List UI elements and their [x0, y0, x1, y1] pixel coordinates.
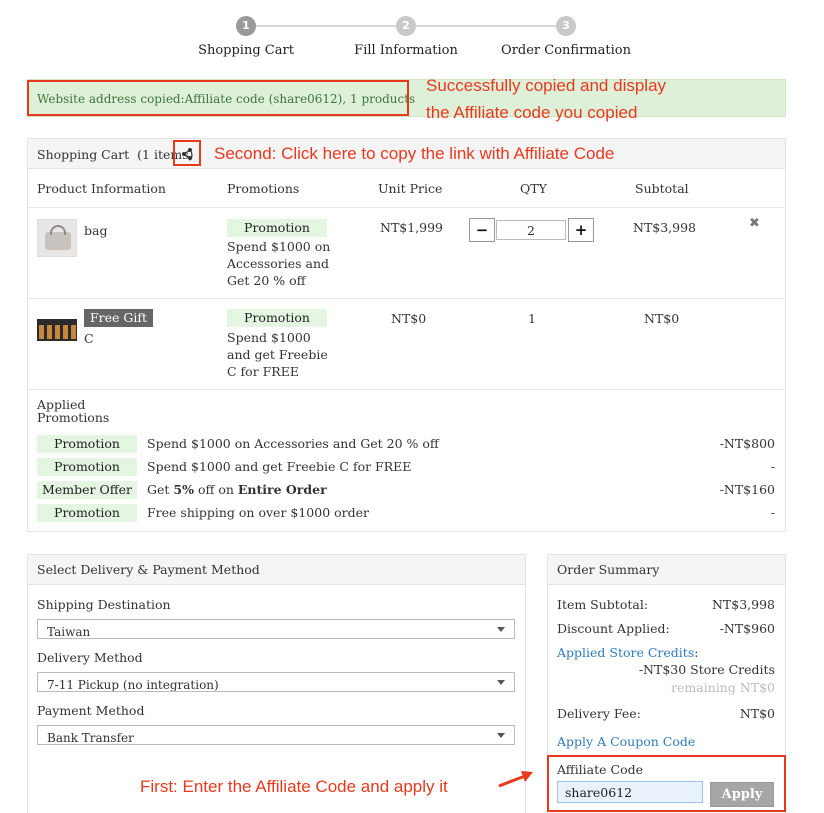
unit-price: NT$1,999 [380, 220, 444, 235]
promotion-description: Spend $1000 and get Freebie C for FREE [227, 330, 328, 379]
desc-part: Get [147, 482, 174, 497]
highlight-box-banner [27, 80, 409, 116]
payment-method-select[interactable]: Bank Transfer [37, 725, 515, 745]
applied-promotion-description: Get 5% off on Entire Order [147, 482, 327, 497]
shipping-destination-select[interactable]: Taiwan [37, 619, 515, 639]
step-1-label: Shopping Cart [198, 43, 294, 58]
discount-label: Discount Applied: [557, 621, 670, 636]
desc-part: off on [193, 482, 238, 497]
cart-title-text: Shopping Cart [37, 147, 130, 162]
shipping-destination-value: Taiwan [47, 625, 91, 639]
store-credits-remaining: remaining NT$0 [671, 680, 775, 695]
col-product-information: Product Information [37, 181, 166, 196]
delivery-panel-title: Select Delivery & Payment Method [37, 562, 260, 577]
cart-title: Shopping Cart (1 items) [37, 147, 194, 162]
product-thumbnail-bag[interactable] [37, 219, 77, 257]
annotation-success-line1: Successfully copied and display [426, 76, 667, 95]
col-unit-price: Unit Price [378, 181, 443, 196]
promotion-tag: Promotion [227, 309, 327, 327]
step-connector [256, 25, 396, 27]
chevron-down-icon [497, 733, 505, 738]
shipping-destination-label: Shipping Destination [37, 597, 171, 612]
col-promotions: Promotions [227, 181, 300, 196]
free-gift-badge: Free Gift [84, 309, 154, 327]
promotion-tag: Promotion [37, 458, 137, 476]
share-icon [182, 148, 192, 160]
step-2-indicator: 2 [396, 16, 416, 36]
qty-increase-button[interactable]: + [568, 218, 594, 242]
col-qty: QTY [520, 181, 547, 196]
item-subtotal-label: Item Subtotal: [557, 597, 649, 612]
step-2-label: Fill Information [354, 43, 458, 58]
applied-promotion-amount: -NT$160 [719, 482, 775, 497]
step-connector [416, 25, 556, 27]
applied-title-line2: Promotions [37, 410, 110, 425]
divider [28, 389, 785, 390]
desc-bold-percent: 5% [173, 482, 194, 497]
divider [28, 207, 785, 208]
affiliate-code-input[interactable] [557, 781, 703, 803]
product-name-bag[interactable]: bag [84, 223, 107, 238]
applied-promotions-title: Applied Promotions [37, 398, 109, 424]
qty-value: 1 [528, 311, 536, 326]
affiliate-code-label: Affiliate Code [557, 762, 644, 777]
payment-method-value: Bank Transfer [47, 731, 134, 745]
applied-promotion-amount: - [770, 505, 775, 520]
desc-bold-scope: Entire Order [237, 482, 327, 497]
row-subtotal: NT$0 [644, 311, 680, 326]
item-subtotal-value: NT$3,998 [711, 597, 775, 612]
remove-item-icon[interactable]: ✖ [749, 216, 760, 231]
qty-decrease-button[interactable]: − [469, 218, 495, 242]
qty-input[interactable] [496, 220, 566, 240]
delivery-fee-value: NT$0 [739, 706, 775, 721]
col-subtotal: Subtotal [635, 181, 689, 196]
order-summary-title: Order Summary [557, 562, 660, 577]
applied-promotion-description: Spend $1000 on Accessories and Get 20 % … [147, 436, 439, 451]
payment-method-label: Payment Method [37, 703, 145, 718]
store-credits-colon: : [694, 645, 699, 660]
discount-value: -NT$960 [719, 621, 775, 636]
promotion-description: Spend $1000 on Accessories and Get 20 % … [227, 239, 331, 288]
step-3-label: Order Confirmation [501, 43, 631, 58]
applied-promotion-description: Free shipping on over $1000 order [147, 505, 370, 520]
applied-store-credits-link[interactable]: Applied Store Credits [557, 645, 694, 660]
apply-coupon-link[interactable]: Apply A Coupon Code [557, 734, 695, 749]
delivery-method-label: Delivery Method [37, 650, 143, 665]
store-credits-value: -NT$30 Store Credits [638, 662, 775, 677]
member-offer-tag: Member Offer [37, 481, 137, 499]
step-3-indicator: 3 [556, 16, 576, 36]
chevron-down-icon [497, 627, 505, 632]
row-subtotal: NT$3,998 [633, 220, 697, 235]
product-thumbnail-c[interactable] [37, 309, 77, 349]
chevron-down-icon [497, 680, 505, 685]
divider [28, 298, 785, 299]
applied-promotion-amount: - [770, 459, 775, 474]
arrow-icon [498, 771, 533, 788]
share-link-button[interactable] [173, 140, 201, 166]
promotion-tag: Promotion [37, 435, 137, 453]
annotation-second: Second: Click here to copy the link with… [214, 144, 615, 163]
delivery-method-select[interactable]: 7-11 Pickup (no integration) [37, 672, 515, 692]
applied-promotion-amount: -NT$800 [719, 436, 775, 451]
step-1-indicator: 1 [236, 16, 256, 36]
annotation-first: First: Enter the Affiliate Code and appl… [140, 777, 448, 796]
product-name-c[interactable]: C [84, 331, 94, 346]
annotation-success-line2: the Affiliate code you copied [426, 103, 638, 122]
delivery-method-value: 7-11 Pickup (no integration) [47, 678, 219, 692]
store-credits-row: Applied Store Credits: [557, 645, 698, 660]
apply-affiliate-button[interactable]: Apply [710, 782, 774, 807]
applied-promotion-description: Spend $1000 and get Freebie C for FREE [147, 459, 412, 474]
promotion-tag: Promotion [227, 219, 327, 237]
promotion-tag: Promotion [37, 504, 137, 522]
unit-price: NT$0 [391, 311, 427, 326]
delivery-fee-label: Delivery Fee: [557, 706, 641, 721]
